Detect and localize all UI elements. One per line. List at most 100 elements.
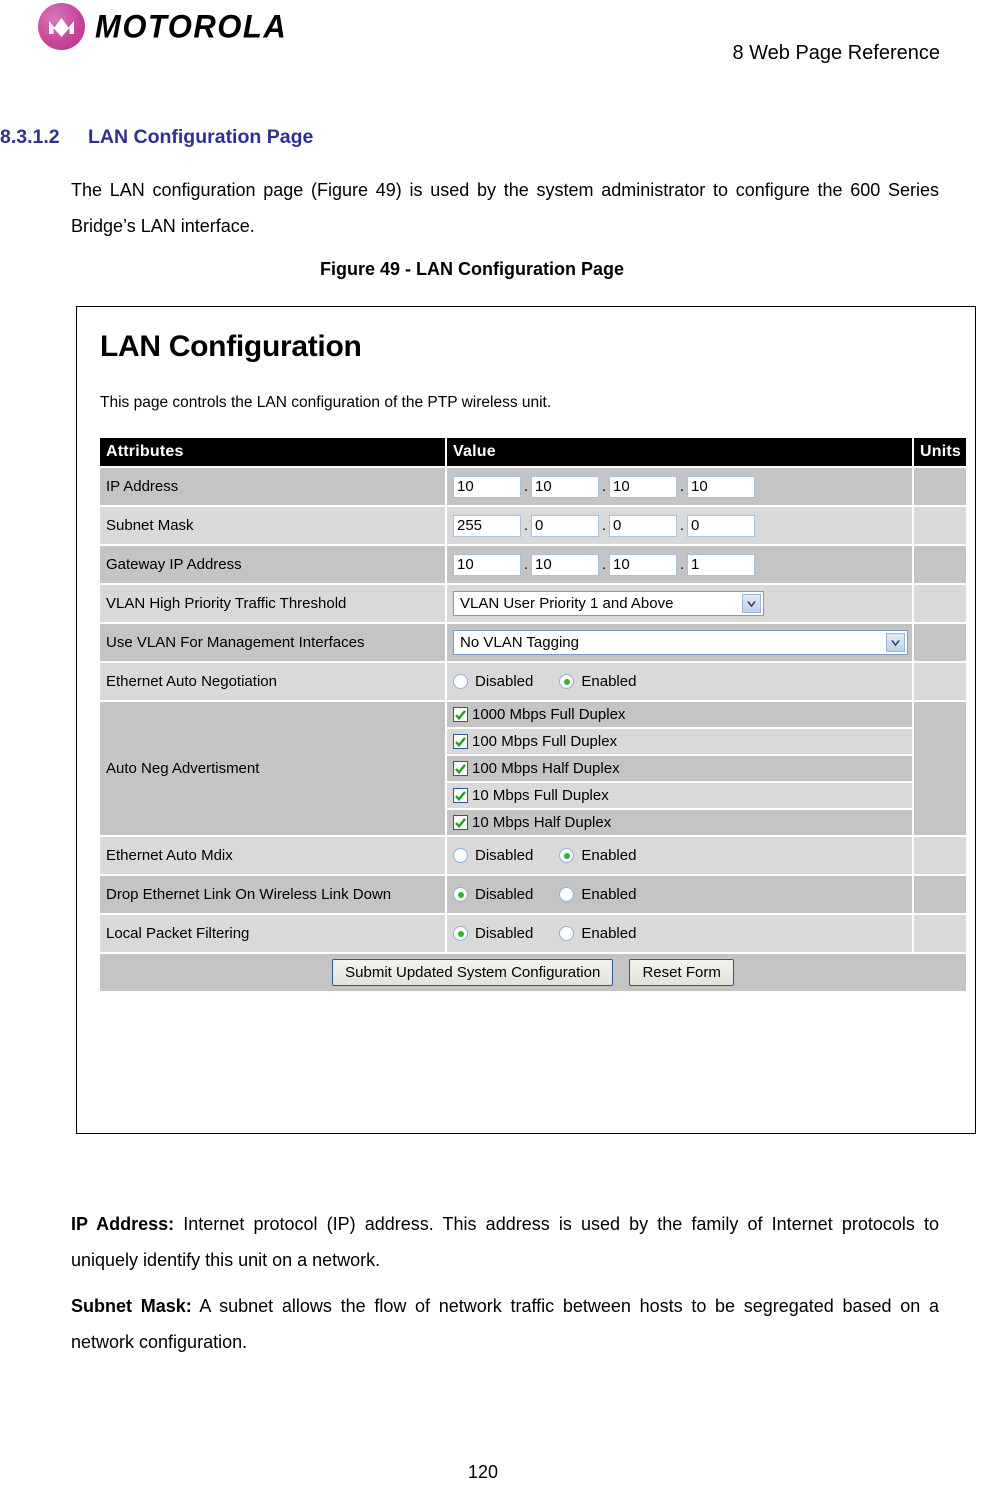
table-row: IP Address . . . [100,468,966,505]
row-label-subnet-mask: Subnet Mask [100,507,445,544]
vlan-high-priority-select[interactable]: VLAN User Priority 1 and Above [453,591,764,616]
radio-icon-enabled[interactable] [559,887,575,902]
radio-icon-disabled[interactable] [453,848,468,863]
row-value-auto-neg-advertisment: 1000 Mbps Full Duplex 100 Mbps Full Dupl… [447,702,912,835]
auto-neg-checkbox-10-full[interactable]: 10 Mbps Full Duplex [447,783,912,808]
table-row: Use VLAN For Management Interfaces No VL… [100,624,966,661]
ip-dot-separator: . [601,477,607,495]
row-label-ethernet-auto-mdix: Ethernet Auto Mdix [100,837,445,874]
subnet-mask-octet-2[interactable] [531,514,599,537]
motorola-logo: MOTOROLA [38,3,287,50]
radio-icon-enabled[interactable] [559,926,575,941]
auto-neg-checkbox-10-half[interactable]: 10 Mbps Half Duplex [447,810,912,835]
page-number: 120 [467,1462,499,1482]
checkbox-label: 10 Mbps Full Duplex [472,787,609,804]
subnet-mask-octet-4[interactable] [687,514,755,537]
gateway-ip-octet-3[interactable] [609,553,677,576]
chevron-down-icon[interactable] [742,594,761,613]
page-header: MOTOROLA 8 Web Page Reference [0,0,986,95]
ip-dot-separator: . [523,516,529,534]
auto-neg-checkbox-100-half[interactable]: 100 Mbps Half Duplex [447,756,912,781]
radio-label-enabled: Enabled [581,925,637,942]
chevron-down-icon[interactable] [886,633,905,652]
section-number: 8.3.1.2 [0,126,60,148]
ethernet-auto-negotiation-option-enabled[interactable]: Enabled [559,673,636,690]
auto-neg-checkbox-100-full[interactable]: 100 Mbps Full Duplex [447,729,912,754]
ethernet-auto-mdix-option-disabled[interactable]: Disabled [453,847,533,864]
checkbox-checked-icon[interactable] [453,761,468,776]
radio-label-disabled: Disabled [475,886,534,903]
checkbox-checked-icon[interactable] [453,815,468,830]
form-actions: Submit Updated System Configuration Rese… [100,954,966,991]
subnet-mask-octet-group: . . . [453,514,906,537]
subnet-mask-octet-1[interactable] [453,514,521,537]
table-row: Local Packet Filtering Disabled Enabled [100,915,966,952]
radio-icon-enabled-selected[interactable] [559,674,575,689]
ip-address-octet-2[interactable] [531,475,599,498]
header-value: Value [447,438,912,466]
row-units-drop-ethernet-link [914,876,966,913]
table-footer-row: Submit Updated System Configuration Rese… [100,954,966,991]
row-label-gateway-ip-address: Gateway IP Address [100,546,445,583]
table-row: Drop Ethernet Link On Wireless Link Down… [100,876,966,913]
gateway-ip-octet-1[interactable] [453,553,521,576]
local-packet-filtering-radio-group: Disabled Enabled [453,925,906,942]
auto-neg-checkbox-1000-full[interactable]: 1000 Mbps Full Duplex [447,702,912,727]
row-units-local-packet-filtering [914,915,966,952]
radio-label-enabled: Enabled [581,673,637,690]
checkbox-checked-icon[interactable] [453,788,468,803]
row-units-ethernet-auto-mdix [914,837,966,874]
radio-label-disabled: Disabled [475,925,534,942]
local-packet-filtering-option-disabled[interactable]: Disabled [453,925,533,942]
table-row: Ethernet Auto Negotiation Disabled Enabl… [100,663,966,700]
local-packet-filtering-option-enabled[interactable]: Enabled [559,925,636,942]
ip-address-octet-3[interactable] [609,475,677,498]
table-header-row: Attributes Value Units [100,438,966,466]
checkbox-checked-icon[interactable] [453,734,468,749]
vlan-high-priority-selected-value: VLAN User Priority 1 and Above [460,595,674,612]
drop-ethernet-link-option-disabled[interactable]: Disabled [453,886,533,903]
gateway-ip-octet-group: . . . [453,553,906,576]
subnet-mask-octet-3[interactable] [609,514,677,537]
row-value-gateway-ip-address: . . . [447,546,912,583]
header-units: Units [914,438,966,466]
ip-dot-separator: . [679,516,685,534]
ethernet-auto-mdix-option-enabled[interactable]: Enabled [559,847,636,864]
radio-icon-disabled-selected[interactable] [453,926,468,941]
row-units-subnet-mask [914,507,966,544]
gateway-ip-octet-2[interactable] [531,553,599,576]
gateway-ip-octet-4[interactable] [687,553,755,576]
radio-icon-disabled[interactable] [453,674,468,689]
use-vlan-mgmt-select[interactable]: No VLAN Tagging [453,630,908,655]
ip-address-octet-1[interactable] [453,475,521,498]
submit-button[interactable]: Submit Updated System Configuration [332,959,614,986]
definition-term-subnet-mask: Subnet Mask: [71,1296,192,1316]
row-value-ip-address: . . . [447,468,912,505]
lan-configuration-table: Attributes Value Units IP Address . . [98,436,968,993]
definition-subnet-mask: Subnet Mask: A subnet allows the flow of… [71,1288,939,1360]
header-attributes: Attributes [100,438,445,466]
radio-icon-disabled-selected[interactable] [453,887,468,902]
ethernet-auto-negotiation-option-disabled[interactable]: Disabled [453,673,533,690]
reset-button[interactable]: Reset Form [629,959,734,986]
ip-dot-separator: . [523,477,529,495]
table-row: Auto Neg Advertisment 1000 Mbps Full Dup… [100,702,966,835]
ip-address-octet-4[interactable] [687,475,755,498]
drop-ethernet-link-radio-group: Disabled Enabled [453,886,906,903]
definition-text-subnet-mask: A subnet allows the flow of network traf… [71,1296,939,1352]
drop-ethernet-link-option-enabled[interactable]: Enabled [559,886,636,903]
row-label-local-packet-filtering: Local Packet Filtering [100,915,445,952]
table-row: Gateway IP Address . . . [100,546,966,583]
radio-icon-enabled-selected[interactable] [559,848,575,863]
checkbox-checked-icon[interactable] [453,707,468,722]
row-units-gateway-ip-address [914,546,966,583]
figure-frame: LAN Configuration This page controls the… [76,306,976,1134]
row-value-use-vlan-mgmt: No VLAN Tagging [447,624,912,661]
table-row: VLAN High Priority Traffic Threshold VLA… [100,585,966,622]
row-value-vlan-high-priority: VLAN User Priority 1 and Above [447,585,912,622]
checkbox-label: 100 Mbps Full Duplex [472,733,618,750]
radio-label-disabled: Disabled [475,847,534,864]
definition-text-ip-address: Internet protocol (IP) address. This add… [71,1214,939,1270]
row-label-vlan-high-priority: VLAN High Priority Traffic Threshold [100,585,445,622]
row-value-ethernet-auto-negotiation: Disabled Enabled [447,663,912,700]
